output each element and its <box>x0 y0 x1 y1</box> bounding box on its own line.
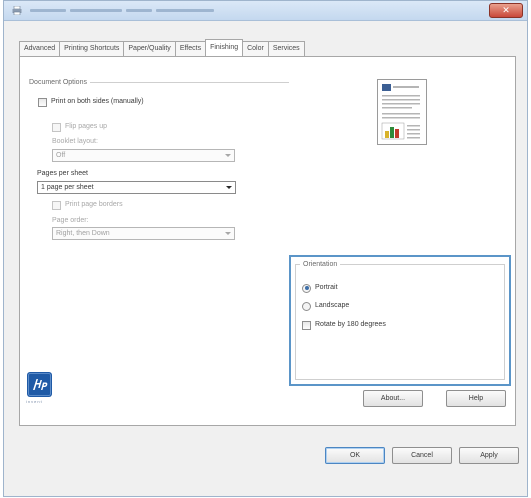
about-button[interactable]: About... <box>363 390 423 407</box>
tab-paper-quality[interactable]: Paper/Quality <box>123 41 176 56</box>
booklet-layout-select: Off <box>52 149 235 162</box>
orientation-legend: Orientation <box>300 260 341 269</box>
apply-button[interactable]: Apply <box>459 447 519 464</box>
title-bar: ✕ <box>4 1 527 21</box>
rotate-180-checkbox[interactable] <box>302 320 311 330</box>
flip-pages-up-checkbox <box>52 122 61 132</box>
document-preview-icon <box>381 84 420 140</box>
landscape-radio[interactable] <box>302 301 311 311</box>
page-order-select: Right, then Down <box>52 227 235 240</box>
page-order-value: Right, then Down <box>56 230 110 237</box>
pages-per-sheet-value: 1 page per sheet <box>41 184 94 191</box>
printer-icon <box>12 6 22 15</box>
tab-printing-shortcuts[interactable]: Printing Shortcuts <box>59 41 125 56</box>
tab-services[interactable]: Services <box>267 41 305 56</box>
print-page-borders-option: Print page borders <box>52 200 123 211</box>
tab-color[interactable]: Color <box>242 41 269 56</box>
title-text-blurred <box>30 9 66 12</box>
orientation-group-frame: Orientation Portrait Landscape Rotate by… <box>295 260 505 380</box>
pages-per-sheet-label: Pages per sheet <box>37 170 88 177</box>
finishing-panel: Document Options Print on both sides (ma… <box>19 56 516 426</box>
orientation-group: Orientation Portrait Landscape Rotate by… <box>289 255 511 386</box>
title-text-blurred <box>126 9 152 12</box>
ok-button[interactable]: OK <box>325 447 385 464</box>
printer-properties-window: ✕ Advanced Printing Shortcuts Paper/Qualit… <box>3 0 528 497</box>
print-both-sides-option[interactable]: Print on both sides (manually) <box>38 97 144 108</box>
close-icon: ✕ <box>502 5 510 15</box>
page-preview <box>377 79 427 145</box>
portrait-label: Portrait <box>315 284 338 291</box>
document-options-legend: Document Options <box>29 78 90 87</box>
booklet-layout-value: Off <box>56 152 66 159</box>
flip-pages-up-option: Flip pages up <box>52 122 107 133</box>
tab-effects[interactable]: Effects <box>174 41 207 56</box>
pages-per-sheet-select[interactable]: 1 page per sheet <box>37 181 236 194</box>
print-both-sides-checkbox[interactable] <box>38 97 47 107</box>
close-button[interactable]: ✕ <box>489 3 523 18</box>
title-text-blurred <box>156 9 214 12</box>
cancel-button[interactable]: Cancel <box>392 447 452 464</box>
portrait-option[interactable]: Portrait <box>302 283 338 294</box>
chevron-down-icon <box>225 232 231 235</box>
rotate-180-label: Rotate by 180 degrees <box>315 321 386 328</box>
flip-pages-up-label: Flip pages up <box>65 123 108 130</box>
landscape-label: Landscape <box>315 302 350 309</box>
booklet-layout-label: Booklet layout: <box>52 138 98 145</box>
print-page-borders-checkbox <box>52 200 61 210</box>
tab-advanced[interactable]: Advanced <box>19 41 61 56</box>
hp-logo-icon <box>27 372 52 397</box>
chevron-down-icon <box>225 154 231 157</box>
chevron-down-icon <box>226 186 232 189</box>
tab-finishing[interactable]: Finishing <box>205 39 244 56</box>
page-order-label: Page order: <box>52 217 89 224</box>
portrait-radio[interactable] <box>302 283 311 293</box>
rotate-180-option[interactable]: Rotate by 180 degrees <box>302 320 386 331</box>
hp-tagline: invent <box>26 399 43 404</box>
tab-strip: Advanced Printing Shortcuts Paper/Quality E… <box>19 39 305 57</box>
help-button[interactable]: Help <box>446 390 506 407</box>
print-page-borders-label: Print page borders <box>65 201 123 208</box>
landscape-option[interactable]: Landscape <box>302 301 349 312</box>
title-text-blurred <box>70 9 122 12</box>
document-options-group: Document Options <box>29 78 289 87</box>
print-both-sides-label: Print on both sides (manually) <box>51 98 144 105</box>
